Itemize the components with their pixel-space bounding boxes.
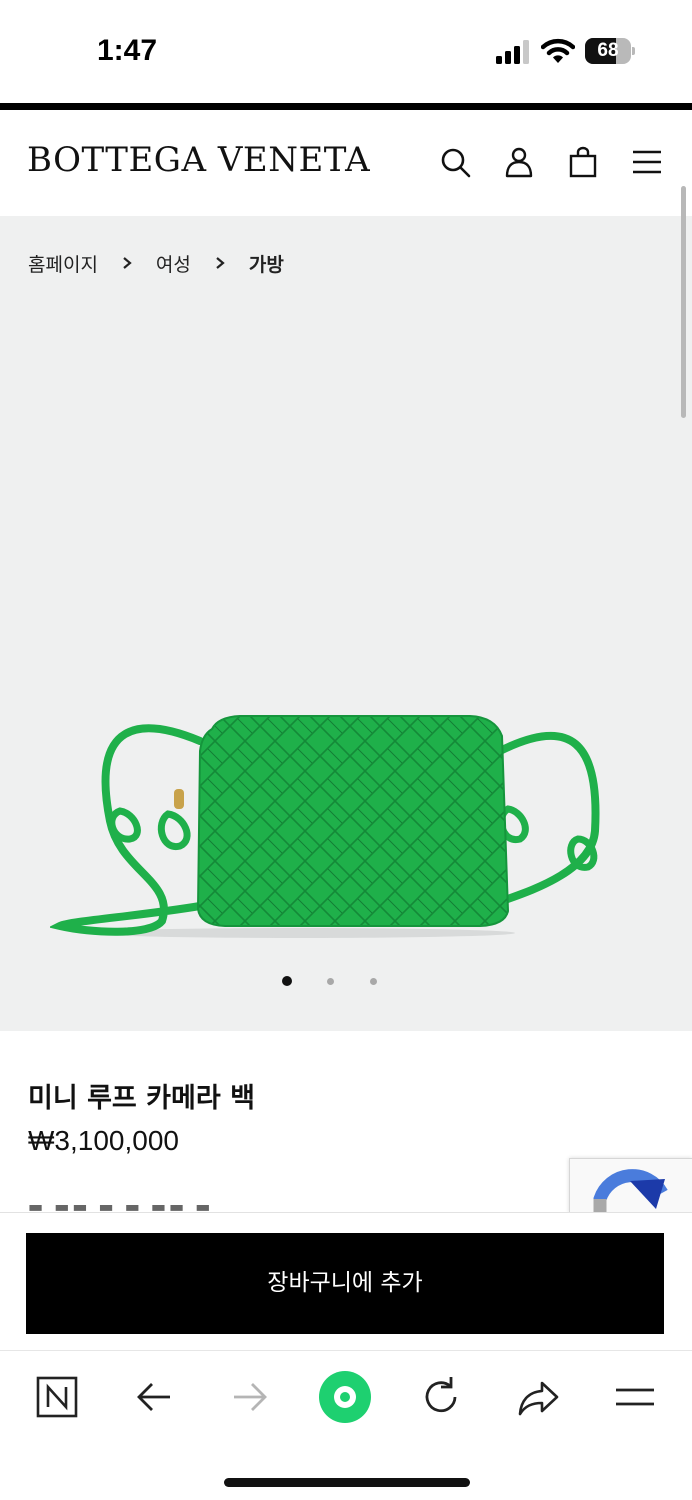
brand-logo[interactable]: BOTTEGA VENETA: [27, 140, 370, 180]
chevron-right-icon: [216, 257, 225, 269]
naver-n-icon[interactable]: [31, 1371, 83, 1423]
reload-icon[interactable]: [415, 1371, 467, 1423]
product-price: ₩3,100,000: [28, 1125, 179, 1156]
recaptcha-badge[interactable]: [569, 1158, 692, 1213]
signal-icon: [496, 40, 529, 64]
breadcrumb-women[interactable]: 여성: [156, 250, 191, 277]
status-bar: 1:47 68: [0, 0, 692, 103]
status-time: 1:47: [97, 34, 158, 67]
site-header: BOTTEGA VENETA: [0, 110, 692, 216]
menu-icon[interactable]: [631, 146, 663, 178]
carousel-dot[interactable]: [282, 976, 292, 986]
chevron-right-icon: [123, 257, 132, 269]
wifi-icon: [541, 38, 575, 63]
battery-level: 68: [597, 40, 619, 61]
breadcrumb: 홈페이지 여성 가방: [28, 249, 284, 277]
breadcrumb-home[interactable]: 홈페이지: [28, 250, 98, 277]
back-arrow-icon[interactable]: [128, 1371, 180, 1423]
carousel-dots[interactable]: [0, 974, 692, 988]
battery-icon: 68: [585, 38, 635, 64]
forward-arrow-icon[interactable]: [224, 1371, 276, 1423]
add-to-cart-button[interactable]: 장바구니에 추가: [26, 1233, 664, 1334]
account-icon[interactable]: [503, 146, 535, 178]
home-indicator[interactable]: [224, 1478, 470, 1487]
share-icon[interactable]: [512, 1371, 564, 1423]
breadcrumb-bags[interactable]: 가방: [249, 250, 284, 277]
scrollbar-thumb[interactable]: [681, 186, 686, 418]
product-gallery[interactable]: 홈페이지 여성 가방: [0, 216, 692, 1031]
cart-bar: 장바구니에 추가: [0, 1212, 692, 1350]
product-image[interactable]: [50, 711, 610, 951]
carousel-dot[interactable]: [369, 977, 377, 985]
recaptcha-icon: [593, 1169, 668, 1212]
browser-toolbar: [0, 1350, 692, 1500]
shopping-bag-icon[interactable]: [567, 146, 599, 178]
green-dot-icon[interactable]: [319, 1371, 371, 1423]
product-name: 미니 루프 카메라 백: [28, 1083, 255, 1114]
browser-menu-icon[interactable]: [608, 1371, 660, 1423]
search-icon[interactable]: [439, 146, 471, 178]
carousel-dot[interactable]: [326, 977, 334, 985]
top-divider: [0, 103, 692, 110]
